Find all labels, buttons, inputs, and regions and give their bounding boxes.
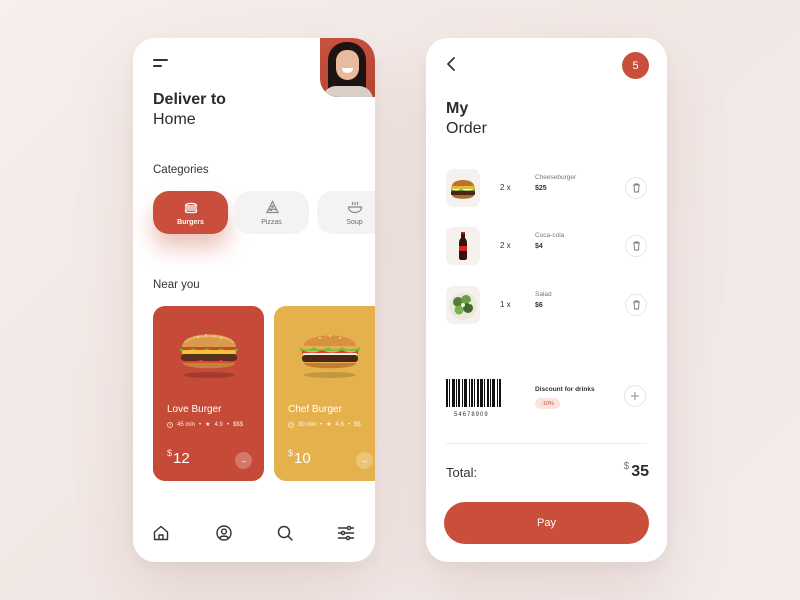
filter-icon[interactable] xyxy=(337,524,355,542)
barcode xyxy=(446,379,504,407)
item-thumbnail xyxy=(446,227,480,265)
avatar[interactable] xyxy=(320,38,375,97)
item-quantity: 2 x xyxy=(500,241,511,250)
category-pizzas[interactable]: Pizzas xyxy=(234,191,309,234)
profile-icon[interactable] xyxy=(215,524,233,542)
barcode-number: 54678909 xyxy=(454,412,489,418)
order-screen: 5 My Order 2 x Cheeseburger $25 2 x Coca… xyxy=(426,38,667,562)
star-icon: ★ xyxy=(205,422,211,428)
item-price: $6 xyxy=(535,302,543,309)
restaurant-card-love-burger[interactable]: Love Burger 45 min • ★ 4.9 • $$$ $12 → xyxy=(153,306,264,481)
rating: 4.8 xyxy=(335,421,344,428)
trash-icon xyxy=(632,241,640,251)
pizza-slice-icon xyxy=(265,200,279,214)
trash-icon xyxy=(632,183,640,193)
add-discount-button[interactable] xyxy=(624,385,646,407)
salad-photo xyxy=(449,292,477,320)
delete-item-button[interactable] xyxy=(625,294,647,316)
price-level: $$$ xyxy=(232,421,243,428)
item-name: Cheeseburger xyxy=(535,174,577,181)
item-name: Coca-cola xyxy=(535,232,565,239)
item-price: $4 xyxy=(535,243,543,250)
bottom-navigation xyxy=(133,524,375,544)
restaurant-meta: 30 min • ★ 4.8 • $$ xyxy=(288,421,361,428)
order-title: My xyxy=(446,100,469,117)
order-subtitle: Order xyxy=(446,120,487,137)
restaurant-name: Love Burger xyxy=(167,404,222,415)
discount-badge: -10% xyxy=(535,398,560,409)
burger-image xyxy=(300,335,360,378)
categories-heading: Categories xyxy=(153,164,209,176)
item-quantity: 2 x xyxy=(500,183,511,192)
delete-item-button[interactable] xyxy=(625,177,647,199)
burger-photo xyxy=(451,180,475,199)
burger-icon xyxy=(184,202,197,214)
total-value: 35 xyxy=(631,463,649,480)
deliver-title: Deliver to xyxy=(153,91,226,108)
delete-item-button[interactable] xyxy=(625,235,647,257)
item-name: Salad xyxy=(535,291,552,298)
restaurant-price: $10 xyxy=(288,448,311,467)
home-screen: Deliver to Home Categories Burgers Pizza… xyxy=(133,38,375,562)
category-label: Pizzas xyxy=(261,219,282,226)
deliver-location[interactable]: Home xyxy=(153,111,196,129)
trash-icon xyxy=(632,300,640,310)
currency-symbol: $ xyxy=(167,448,173,458)
total-label: Total: xyxy=(446,465,478,480)
star-icon: ★ xyxy=(326,422,332,428)
price-value: 10 xyxy=(294,450,311,467)
near-you-heading: Near you xyxy=(153,279,200,291)
arrow-right-icon[interactable]: → xyxy=(235,452,252,469)
price-value: 12 xyxy=(173,450,190,467)
delivery-time: 30 min xyxy=(298,421,317,428)
currency-symbol: $ xyxy=(288,448,294,458)
divider xyxy=(446,443,647,444)
restaurant-card-chef-burger[interactable]: Chef Burger 30 min • ★ 4.8 • $$ $10 → xyxy=(274,306,375,481)
category-label: Soup xyxy=(346,219,363,226)
category-burgers[interactable]: Burgers xyxy=(153,191,228,234)
order-item: 2 x Coca-cola $4 xyxy=(426,227,667,267)
category-label: Burgers xyxy=(177,219,204,226)
order-item: 1 x Salad $6 xyxy=(426,286,667,326)
arrow-right-icon[interactable]: → xyxy=(356,452,373,469)
restaurant-meta: 45 min • ★ 4.9 • $$$ xyxy=(167,421,243,428)
soup-bowl-icon xyxy=(347,201,362,214)
price-level: $$ xyxy=(353,421,361,428)
clock-icon xyxy=(167,421,173,428)
item-price: $25 xyxy=(535,185,547,192)
category-soup[interactable]: Soup xyxy=(317,191,375,234)
item-thumbnail xyxy=(446,169,480,207)
total-amount: $35 xyxy=(623,461,649,481)
search-icon[interactable] xyxy=(276,524,294,542)
rating: 4.9 xyxy=(214,421,223,428)
discount-label: Discount for drinks xyxy=(535,386,595,393)
cola-bottle-photo xyxy=(459,232,467,260)
burger-image xyxy=(180,334,238,378)
menu-icon[interactable] xyxy=(153,59,169,69)
home-icon[interactable] xyxy=(152,524,170,542)
plus-icon xyxy=(631,392,639,400)
restaurant-name: Chef Burger xyxy=(288,404,342,415)
currency-symbol: $ xyxy=(623,461,630,472)
restaurant-price: $12 xyxy=(167,448,190,467)
back-arrow-icon[interactable] xyxy=(444,56,458,72)
cart-count-badge[interactable]: 5 xyxy=(622,52,649,79)
delivery-time: 45 min xyxy=(177,421,196,428)
pay-button[interactable]: Pay xyxy=(444,502,649,544)
item-thumbnail xyxy=(446,286,480,324)
order-item: 2 x Cheeseburger $25 xyxy=(426,169,667,209)
clock-icon xyxy=(288,421,294,428)
item-quantity: 1 x xyxy=(500,300,511,309)
